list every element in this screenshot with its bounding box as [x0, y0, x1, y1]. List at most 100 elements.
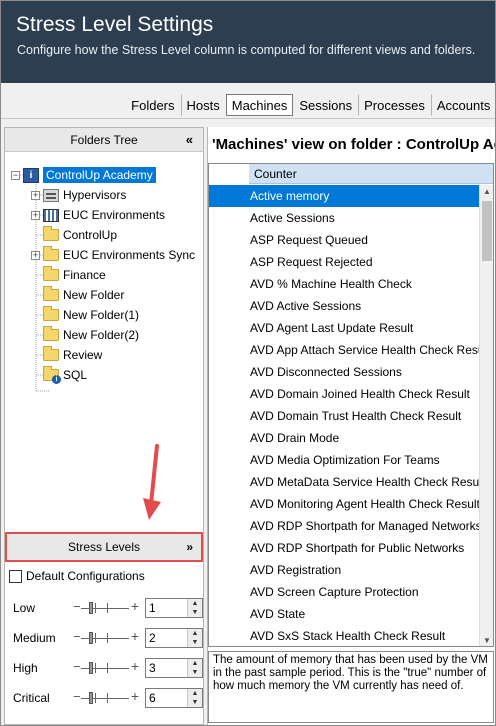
double-chevron-down-icon[interactable]: » — [186, 534, 193, 560]
stress-level-value[interactable]: 2 — [146, 629, 187, 647]
tab-hosts[interactable]: Hosts — [180, 94, 226, 116]
expand-icon[interactable]: + — [31, 210, 40, 220]
stress-levels-title: Stress Levels — [67, 540, 141, 554]
stress-level-spinbox[interactable]: 1 ▲ ▼ — [145, 598, 203, 618]
counter-row[interactable]: AVD State — [209, 603, 480, 625]
plus-icon[interactable]: + — [131, 628, 139, 644]
stress-level-slider[interactable]: − + — [73, 658, 139, 675]
tree-item-label: New Folder — [63, 288, 125, 302]
spin-down-icon[interactable]: ▼ — [188, 608, 202, 617]
stress-levels-header[interactable]: Stress Levels » — [5, 532, 203, 562]
counter-row[interactable]: AVD Registration — [209, 559, 480, 581]
slider-thumb[interactable] — [89, 602, 93, 614]
minus-icon[interactable]: − — [73, 689, 81, 704]
double-chevron-left-icon[interactable]: « — [186, 128, 193, 152]
tab-accounts[interactable]: Accounts — [430, 94, 495, 116]
tab-processes[interactable]: Processes — [358, 94, 431, 116]
counter-row[interactable]: Active memory — [209, 185, 480, 207]
spin-down-icon[interactable]: ▼ — [188, 638, 202, 647]
tree-item[interactable]: − i ControlUp Academy — [11, 166, 156, 184]
tree-item[interactable]: i SQL — [31, 366, 87, 384]
info-badge-icon: i — [52, 375, 61, 384]
plus-icon[interactable]: + — [131, 598, 139, 614]
counter-row[interactable]: AVD Domain Joined Health Check Result — [209, 383, 480, 405]
collapse-icon[interactable]: − — [11, 170, 20, 180]
counter-row[interactable]: AVD SxS Stack Health Check Result — [209, 625, 480, 646]
tree-item-label: Finance — [63, 268, 106, 282]
folder-icon — [43, 226, 59, 241]
minus-icon[interactable]: − — [73, 659, 81, 674]
scroll-up-icon[interactable]: ▲ — [480, 185, 493, 199]
counter-row[interactable]: AVD Domain Trust Health Check Result — [209, 405, 480, 427]
counter-row[interactable]: Active Sessions — [209, 207, 480, 229]
stress-level-spinbox[interactable]: 3 ▲ ▼ — [145, 658, 203, 678]
expand-icon[interactable]: + — [31, 250, 40, 260]
tree-item[interactable]: + EUC Environments — [31, 206, 165, 224]
counter-row[interactable]: AVD Agent Last Update Result — [209, 317, 480, 339]
tree-item[interactable]: New Folder — [31, 286, 124, 304]
tab-folders[interactable]: Folders — [125, 94, 180, 116]
scroll-down-icon[interactable]: ▼ — [480, 634, 493, 646]
counter-rows: Active memory Active Sessions ASP Request … — [209, 185, 480, 646]
stress-level-label: Medium — [13, 631, 56, 645]
minus-icon[interactable]: − — [73, 629, 81, 644]
scrollbar-thumb[interactable] — [482, 201, 492, 261]
slider-tick — [107, 603, 108, 613]
spin-buttons: ▲ ▼ — [187, 689, 202, 707]
page-subtitle: Configure how the Stress Level column is… — [17, 43, 476, 57]
counter-column-header[interactable]: Counter — [249, 164, 493, 184]
tab-machines[interactable]: Machines — [225, 94, 294, 116]
tree-item[interactable]: New Folder(2) — [31, 326, 139, 344]
stress-level-value[interactable]: 1 — [146, 599, 187, 617]
default-configurations[interactable]: Default Configurations — [9, 569, 145, 583]
tree-item[interactable]: Review — [31, 346, 102, 364]
spin-up-icon[interactable]: ▲ — [188, 599, 202, 608]
right-panel: 'Machines' view on folder : ControlUp Ac… — [207, 127, 495, 725]
stress-level-row-critical: Critical − +6 ▲ ▼ — [13, 688, 203, 708]
vertical-scrollbar[interactable]: ▲ ▼ — [479, 185, 493, 646]
slider-thumb[interactable] — [89, 632, 93, 644]
stress-level-slider[interactable]: − + — [73, 688, 139, 705]
stress-level-slider[interactable]: − + — [73, 598, 139, 615]
counter-row[interactable]: AVD RDP Shortpath for Public Networks — [209, 537, 480, 559]
stress-level-spinbox[interactable]: 6 ▲ ▼ — [145, 688, 203, 708]
counter-row[interactable]: AVD Active Sessions — [209, 295, 480, 317]
spin-up-icon[interactable]: ▲ — [188, 629, 202, 638]
counter-row[interactable]: ASP Request Queued — [209, 229, 480, 251]
counter-row[interactable]: AVD Drain Mode — [209, 427, 480, 449]
counter-row[interactable]: AVD Screen Capture Protection — [209, 581, 480, 603]
counter-row[interactable]: AVD MetaData Service Health Check Result — [209, 471, 480, 493]
plus-icon[interactable]: + — [131, 658, 139, 674]
counter-row[interactable]: AVD App Attach Service Health Check Resu… — [209, 339, 480, 361]
stress-level-value[interactable]: 6 — [146, 689, 187, 707]
counter-row[interactable]: AVD % Machine Health Check — [209, 273, 480, 295]
tab-sessions[interactable]: Sessions — [293, 94, 358, 116]
minus-icon[interactable]: − — [73, 599, 81, 614]
tree-item[interactable]: + Hypervisors — [31, 186, 126, 204]
slider-tick — [95, 663, 96, 673]
slider-tick — [95, 693, 96, 703]
counter-row[interactable]: AVD Disconnected Sessions — [209, 361, 480, 383]
tree-item[interactable]: ControlUp — [31, 226, 117, 244]
tree-item[interactable]: Finance — [31, 266, 106, 284]
stress-level-value[interactable]: 3 — [146, 659, 187, 677]
stress-level-spinbox[interactable]: 2 ▲ ▼ — [145, 628, 203, 648]
slider-thumb[interactable] — [89, 662, 93, 674]
plus-icon[interactable]: + — [131, 688, 139, 704]
stress-level-slider[interactable]: − + — [73, 628, 139, 645]
counter-row[interactable]: AVD RDP Shortpath for Managed Networks — [209, 515, 480, 537]
spin-up-icon[interactable]: ▲ — [188, 659, 202, 668]
counter-description: The amount of memory that has been used … — [208, 651, 494, 723]
tree-item[interactable]: New Folder(1) — [31, 306, 139, 324]
spin-down-icon[interactable]: ▼ — [188, 668, 202, 677]
spin-down-icon[interactable]: ▼ — [188, 698, 202, 707]
tree-item[interactable]: + EUC Environments Sync — [31, 246, 195, 264]
counter-row[interactable]: AVD Media Optimization For Teams — [209, 449, 480, 471]
default-configurations-checkbox[interactable] — [9, 569, 22, 583]
slider-thumb[interactable] — [89, 692, 93, 704]
expand-icon[interactable]: + — [31, 190, 40, 200]
counter-row[interactable]: ASP Request Rejected — [209, 251, 480, 273]
spin-up-icon[interactable]: ▲ — [188, 689, 202, 698]
counter-row[interactable]: AVD Monitoring Agent Health Check Result — [209, 493, 480, 515]
tree-item-label: ControlUp — [63, 228, 118, 242]
